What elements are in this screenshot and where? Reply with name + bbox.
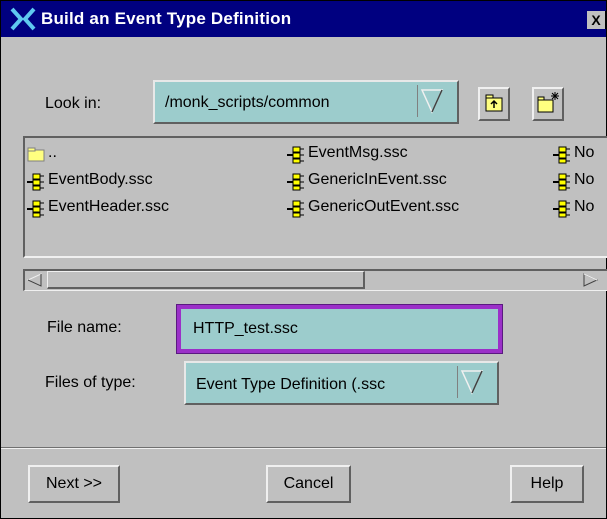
file-list[interactable]: .. EventBody.ssc EventHeader.ssc EventMs… bbox=[23, 136, 607, 258]
file-name: .. bbox=[48, 144, 57, 161]
file-name: EventBody.ssc bbox=[48, 171, 153, 188]
event-type-file-icon bbox=[287, 173, 304, 191]
files-of-type-dropdown-button[interactable] bbox=[457, 366, 491, 398]
file-name-input-value: HTTP_test.ssc bbox=[193, 320, 298, 337]
scroll-left-arrow-icon[interactable] bbox=[27, 273, 43, 287]
app-x-icon bbox=[10, 7, 36, 31]
look-in-label: Look in: bbox=[45, 95, 102, 112]
event-type-file-icon bbox=[27, 200, 44, 218]
event-type-file-icon bbox=[553, 200, 570, 218]
file-name: No bbox=[574, 198, 595, 215]
look-in-value: /monk_scripts/common bbox=[165, 94, 330, 111]
scroll-right-arrow-icon[interactable] bbox=[583, 273, 599, 287]
file-name: EventMsg.ssc bbox=[308, 144, 408, 161]
file-name: No bbox=[574, 171, 595, 188]
chevron-down-icon bbox=[420, 89, 444, 114]
event-type-file-icon bbox=[553, 173, 570, 191]
file-name: No bbox=[574, 144, 595, 161]
help-button[interactable]: Help bbox=[510, 465, 584, 503]
chevron-down-icon bbox=[460, 370, 484, 395]
file-name-input[interactable]: HTTP_test.ssc bbox=[176, 304, 503, 354]
window-title: Build an Event Type Definition bbox=[41, 9, 292, 28]
folder-icon bbox=[27, 147, 45, 162]
close-button[interactable]: X bbox=[587, 11, 606, 29]
separator bbox=[1, 447, 606, 449]
event-type-file-icon bbox=[287, 200, 304, 218]
look-in-combo[interactable]: /monk_scripts/common bbox=[153, 80, 459, 124]
up-one-level-button[interactable] bbox=[478, 87, 510, 121]
up-folder-icon bbox=[485, 94, 503, 112]
files-of-type-combo[interactable]: Event Type Definition (.ssc bbox=[184, 361, 499, 405]
dialog-window: Build an Event Type Definition X Look in… bbox=[0, 0, 607, 519]
event-type-file-icon bbox=[553, 146, 570, 164]
file-name: GenericOutEvent.ssc bbox=[308, 198, 460, 215]
new-folder-icon bbox=[537, 92, 559, 113]
next-button[interactable]: Next >> bbox=[28, 465, 120, 503]
title-bar: Build an Event Type Definition X bbox=[1, 1, 606, 37]
event-type-file-icon bbox=[27, 173, 44, 191]
files-of-type-label: Files of type: bbox=[45, 374, 136, 391]
file-name-label: File name: bbox=[47, 319, 122, 336]
file-name: GenericInEvent.ssc bbox=[308, 171, 447, 188]
file-name: EventHeader.ssc bbox=[48, 198, 169, 215]
cancel-button[interactable]: Cancel bbox=[266, 465, 351, 503]
event-type-file-icon bbox=[287, 146, 304, 164]
look-in-dropdown-button[interactable] bbox=[417, 85, 447, 117]
scrollbar-thumb[interactable] bbox=[47, 271, 365, 289]
create-new-folder-button[interactable] bbox=[532, 87, 564, 121]
files-of-type-value: Event Type Definition (.ssc bbox=[196, 376, 386, 393]
horizontal-scrollbar[interactable] bbox=[23, 269, 607, 291]
